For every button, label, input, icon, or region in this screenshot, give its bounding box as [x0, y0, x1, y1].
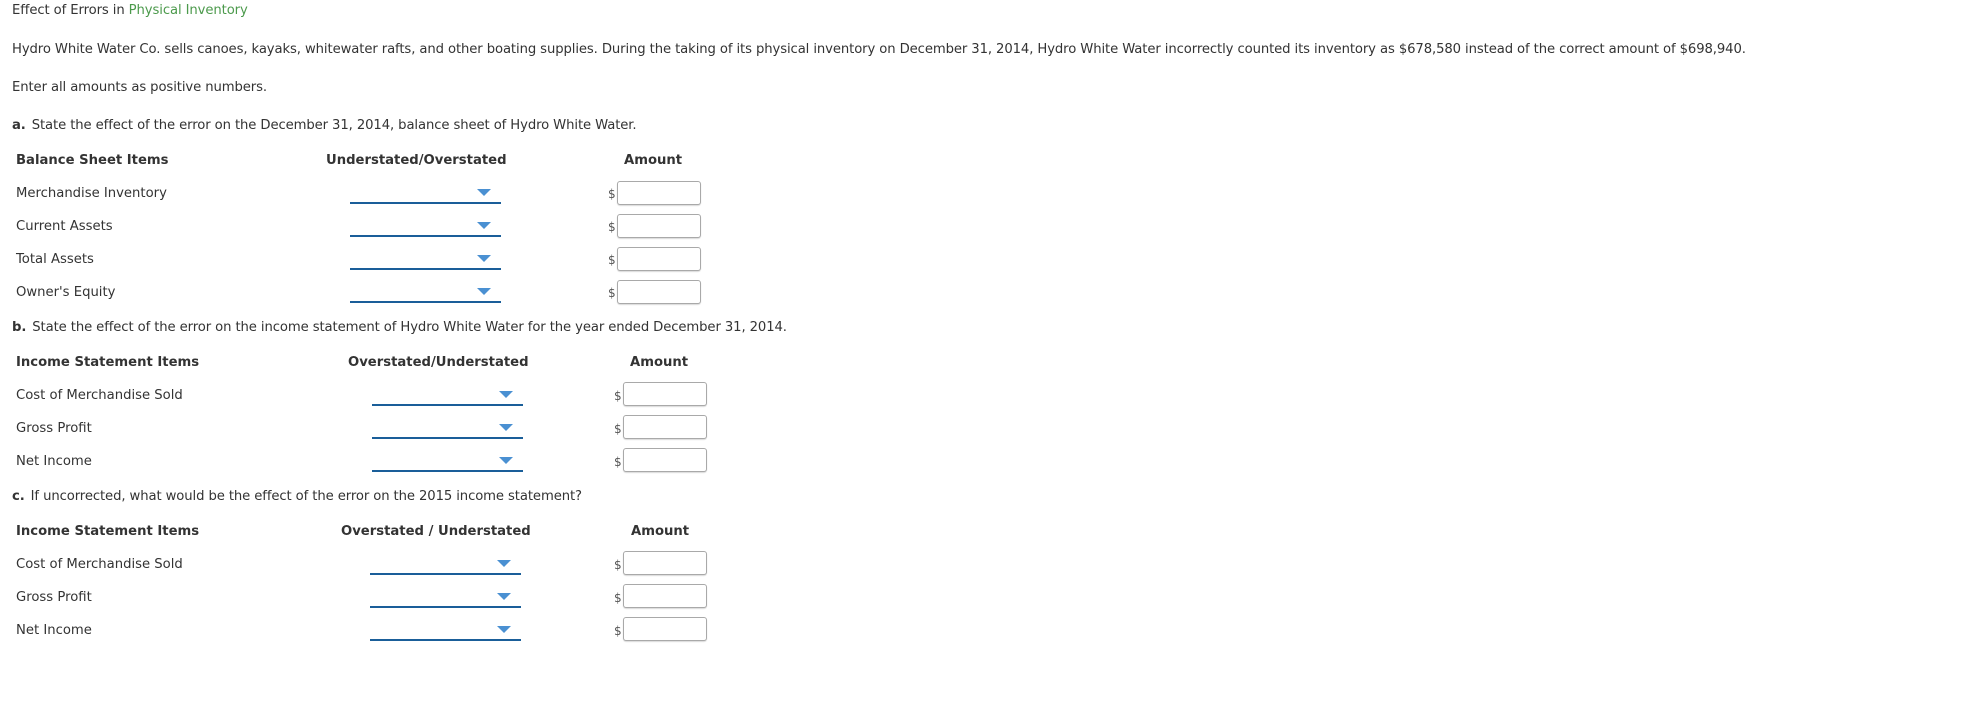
part-b-header-amount: Amount	[630, 355, 689, 370]
direction-dropdown[interactable]	[370, 586, 521, 608]
part-c-header-direction: Overstated / Understated	[341, 524, 531, 539]
part-a-header-amount: Amount	[624, 153, 683, 168]
dollar-sign: $	[614, 591, 622, 605]
row-label: Total Assets	[16, 252, 94, 267]
row-label: Gross Profit	[16, 421, 92, 436]
dollar-sign: $	[608, 253, 616, 267]
part-b-header-items: Income Statement Items	[16, 355, 200, 370]
amount-input[interactable]	[617, 247, 701, 271]
part-c-letter: c.	[12, 489, 25, 504]
direction-dropdown[interactable]	[370, 553, 521, 575]
row-label: Cost of Merchandise Sold	[16, 557, 183, 572]
direction-dropdown[interactable]	[350, 215, 501, 237]
part-c-question: c. If uncorrected, what would be the effe…	[12, 489, 582, 504]
amount-input[interactable]	[623, 382, 707, 406]
part-b-header-direction: Overstated/Understated	[348, 355, 529, 370]
chevron-down-icon	[497, 626, 511, 633]
dollar-sign: $	[614, 624, 622, 638]
direction-dropdown[interactable]	[372, 450, 523, 472]
row-label: Current Assets	[16, 219, 113, 234]
dollar-sign: $	[614, 455, 622, 469]
chevron-down-icon	[477, 288, 491, 295]
amount-input[interactable]	[623, 551, 707, 575]
dollar-sign: $	[608, 220, 616, 234]
row-label: Net Income	[16, 454, 92, 469]
amount-input[interactable]	[623, 617, 707, 641]
direction-dropdown[interactable]	[372, 384, 523, 406]
part-a-question-text: State the effect of the error on the Dec…	[31, 118, 637, 133]
chevron-down-icon	[477, 255, 491, 262]
part-a-header-direction: Understated/Overstated	[326, 153, 507, 168]
chevron-down-icon	[499, 391, 513, 398]
part-b-question: b. State the effect of the error on the i…	[12, 320, 787, 335]
row-label: Owner's Equity	[16, 285, 116, 300]
amount-input[interactable]	[623, 448, 707, 472]
chevron-down-icon	[477, 189, 491, 196]
chevron-down-icon	[477, 222, 491, 229]
part-b-letter: b.	[12, 320, 27, 335]
part-c-header-amount: Amount	[631, 524, 690, 539]
row-label: Merchandise Inventory	[16, 186, 167, 201]
dollar-sign: $	[614, 422, 622, 436]
amount-input[interactable]	[617, 280, 701, 304]
instruction-text: Enter all amounts as positive numbers.	[12, 80, 267, 95]
row-label: Gross Profit	[16, 590, 92, 605]
part-c-header-items: Income Statement Items	[16, 524, 200, 539]
amount-input[interactable]	[623, 415, 707, 439]
title-prefix: Effect of Errors in	[12, 3, 125, 18]
chevron-down-icon	[499, 457, 513, 464]
amount-input[interactable]	[617, 181, 701, 205]
direction-dropdown[interactable]	[350, 248, 501, 270]
part-b-question-text: State the effect of the error on the inc…	[32, 320, 787, 335]
dollar-sign: $	[614, 558, 622, 572]
amount-input[interactable]	[617, 214, 701, 238]
chevron-down-icon	[499, 424, 513, 431]
part-a-letter: a.	[12, 118, 26, 133]
physical-inventory-link[interactable]: Physical Inventory	[129, 3, 248, 18]
row-label: Net Income	[16, 623, 92, 638]
amount-input[interactable]	[623, 584, 707, 608]
chevron-down-icon	[497, 560, 511, 567]
direction-dropdown[interactable]	[370, 619, 521, 641]
direction-dropdown[interactable]	[350, 182, 501, 204]
dollar-sign: $	[614, 389, 622, 403]
part-c-question-text: If uncorrected, what would be the effect…	[30, 489, 582, 504]
direction-dropdown[interactable]	[350, 281, 501, 303]
part-a-question: a. State the effect of the error on the D…	[12, 118, 637, 133]
part-a-header-items: Balance Sheet Items	[16, 153, 169, 168]
row-label: Cost of Merchandise Sold	[16, 388, 183, 403]
dollar-sign: $	[608, 187, 616, 201]
problem-intro: Hydro White Water Co. sells canoes, kaya…	[12, 42, 1746, 57]
chevron-down-icon	[497, 593, 511, 600]
page-title: Effect of Errors in Physical Inventory	[12, 3, 248, 18]
direction-dropdown[interactable]	[372, 417, 523, 439]
dollar-sign: $	[608, 286, 616, 300]
